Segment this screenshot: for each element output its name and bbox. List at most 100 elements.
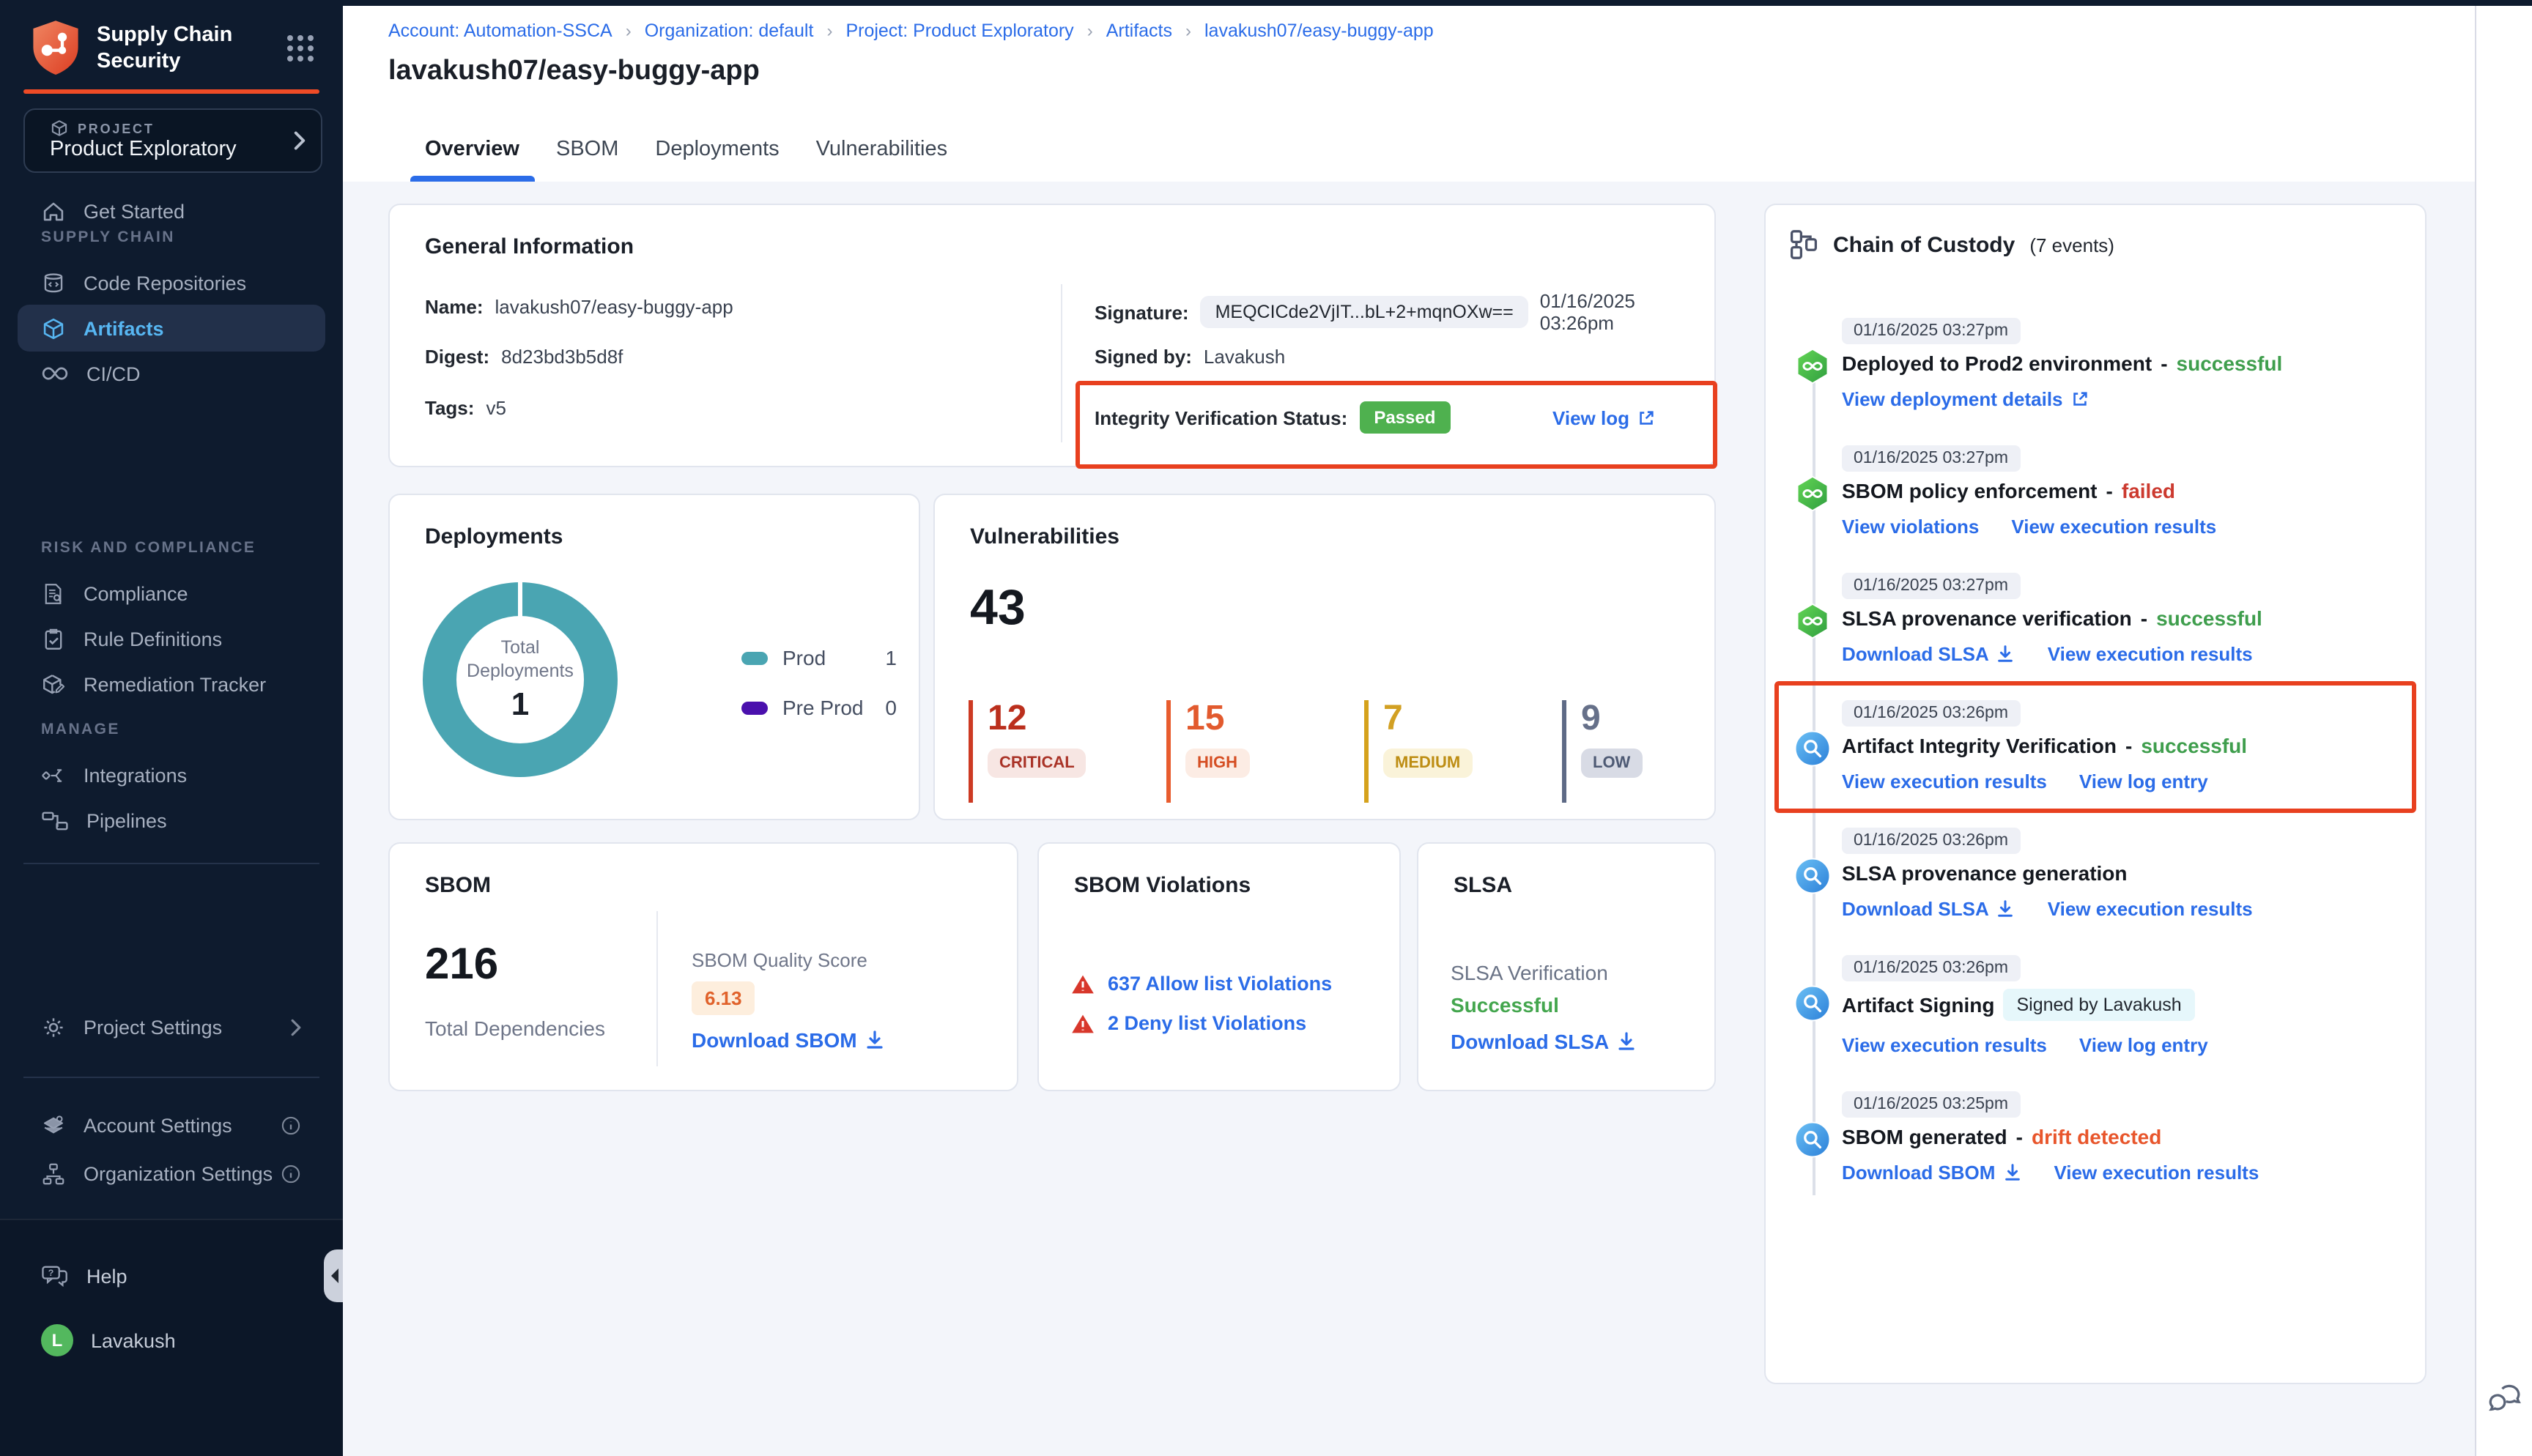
home-icon bbox=[41, 198, 66, 223]
download-sbom-link[interactable]: Download SBOM bbox=[692, 1028, 885, 1052]
view-violations-link[interactable]: View violations bbox=[1842, 516, 1979, 538]
sidebar-item-artifacts[interactable]: Artifacts bbox=[18, 305, 325, 352]
tab-deployments[interactable]: Deployments bbox=[655, 138, 779, 182]
sidebar-item-ci-cd[interactable]: CI/CD bbox=[18, 350, 325, 397]
external-icon bbox=[2070, 390, 2089, 409]
content: General Information Name: lavakush07/eas… bbox=[343, 182, 2532, 1456]
sidebar-item-organization-settings[interactable]: Organization Settings bbox=[18, 1150, 325, 1197]
signed-by-label: Signed by: bbox=[1095, 346, 1192, 368]
event-title: Artifact Integrity Verification bbox=[1842, 734, 2117, 757]
signature-value[interactable]: MEQCICde2VjIT...bL+2+mqnOXw== bbox=[1201, 296, 1528, 328]
event-timestamp: 01/16/2025 03:27pm bbox=[1842, 445, 2020, 472]
tab-overview[interactable]: Overview bbox=[425, 138, 519, 182]
chat-bubbles-icon[interactable] bbox=[2488, 1383, 2523, 1415]
severity-row: 12CRITICAL15HIGH7MEDIUM9LOW bbox=[969, 700, 1760, 803]
shield-logo-icon bbox=[29, 19, 82, 78]
sidebar-item-label: Help bbox=[86, 1265, 127, 1287]
sidebar-item-label: Project Settings bbox=[84, 1016, 222, 1038]
violation-link[interactable]: 637 Allow list Violations bbox=[1108, 973, 1332, 995]
sidebar-item-label: Artifacts bbox=[84, 317, 164, 339]
breadcrumb-link-project-product-exploratory[interactable]: Project: Product Exploratory bbox=[845, 21, 1073, 41]
event-title: Artifact Signing bbox=[1842, 993, 1994, 1017]
event-title: Deployed to Prod2 environment bbox=[1842, 352, 2152, 375]
general-information-card: General Information Name: lavakush07/eas… bbox=[388, 204, 1716, 467]
tab-vulnerabilities[interactable]: Vulnerabilities bbox=[816, 138, 947, 182]
integrity-status-badge: Passed bbox=[1359, 401, 1450, 434]
download-slsa-link[interactable]: Download SLSA bbox=[1451, 1030, 1637, 1053]
severity-high: 15HIGH bbox=[1166, 700, 1364, 803]
view-execution-results-link[interactable]: View execution results bbox=[2048, 643, 2253, 665]
nav-section-label: MANAGE bbox=[41, 721, 120, 738]
view-execution-results-link[interactable]: View execution results bbox=[2011, 516, 2216, 538]
view-execution-results-link[interactable]: View execution results bbox=[2054, 1162, 2259, 1184]
download-slsa-link[interactable]: Download SLSA bbox=[1842, 643, 2015, 665]
card-title: SBOM Violations bbox=[1074, 873, 1251, 898]
sidebar-item-label: Account Settings bbox=[84, 1114, 232, 1136]
download-sbom-link[interactable]: Download SBOM bbox=[1842, 1162, 2021, 1184]
sidebar-item-pipelines[interactable]: Pipelines bbox=[18, 797, 325, 844]
cicd-infinity-icon bbox=[41, 365, 69, 382]
info-icon[interactable] bbox=[280, 1114, 302, 1136]
sidebar-item-label: Organization Settings bbox=[84, 1162, 273, 1184]
sidebar: Supply ChainSecurity PROJECT Product Exp… bbox=[0, 0, 343, 1456]
download-slsa-link[interactable]: Download SLSA bbox=[1842, 898, 2015, 920]
project-selector[interactable]: PROJECT Product Exploratory bbox=[23, 108, 322, 173]
view-execution-results-link[interactable]: View execution results bbox=[1842, 1034, 2047, 1056]
view-log-entry-link[interactable]: View log entry bbox=[2079, 770, 2208, 792]
signed-by-badge: Signed by Lavakush bbox=[2003, 989, 2194, 1021]
timeline-event-deployed-to-prod2-environment: 01/16/2025 03:27pmDeployed to Prod2 envi… bbox=[1780, 316, 2410, 410]
signed-by-value: Lavakush bbox=[1204, 346, 1285, 368]
sidebar-item-label: CI/CD bbox=[86, 363, 141, 385]
org-tree-icon bbox=[41, 1161, 66, 1186]
event-timestamp: 01/16/2025 03:27pm bbox=[1842, 573, 2020, 599]
sidebar-item-compliance[interactable]: Compliance bbox=[18, 570, 325, 617]
sidebar-item-rule-definitions[interactable]: Rule Definitions bbox=[18, 615, 325, 662]
events-count: (7 events) bbox=[2029, 234, 2114, 256]
scan-icon bbox=[1793, 729, 1832, 768]
page-title: lavakush07/easy-buggy-app bbox=[388, 56, 760, 88]
violation-link[interactable]: 2 Deny list Violations bbox=[1108, 1012, 1306, 1034]
artifact-name: lavakush07/easy-buggy-app bbox=[495, 296, 733, 318]
pipeline-icon bbox=[1793, 602, 1832, 640]
card-title: SLSA bbox=[1454, 873, 1512, 898]
sidebar-item-get-started[interactable]: Get Started bbox=[18, 187, 325, 234]
event-status: failed bbox=[2122, 479, 2175, 502]
sidebar-item-integrations[interactable]: Integrations bbox=[18, 751, 325, 798]
view-deployment-details-link[interactable]: View deployment details bbox=[1842, 388, 2089, 410]
breadcrumb-link-lavakush07-easy-buggy-app[interactable]: lavakush07/easy-buggy-app bbox=[1204, 21, 1434, 41]
sidebar-item-remediation-tracker[interactable]: Remediation Tracker bbox=[18, 661, 325, 707]
timeline-event-slsa-provenance-generation: 01/16/2025 03:26pmSLSA provenance genera… bbox=[1780, 826, 2410, 920]
sidebar-item-help[interactable]: ? Help bbox=[18, 1252, 325, 1299]
legend-value: 0 bbox=[885, 696, 897, 719]
sidebar-item-account-settings[interactable]: Account Settings bbox=[18, 1102, 325, 1148]
breadcrumb-link-account-automation-ssca[interactable]: Account: Automation-SSCA bbox=[388, 21, 612, 41]
deployments-card: Deployments Total Deployments 1 Prod1Pre… bbox=[388, 494, 920, 820]
chat-question-icon: ? bbox=[41, 1263, 69, 1288]
card-title: General Information bbox=[425, 234, 634, 259]
severity-count: 7 bbox=[1383, 700, 1562, 738]
severity-count: 9 bbox=[1581, 700, 1760, 738]
view-execution-results-link[interactable]: View execution results bbox=[1842, 770, 2047, 792]
sidebar-bottom: ? Help L Lavakush bbox=[0, 1219, 343, 1456]
breadcrumb-link-artifacts[interactable]: Artifacts bbox=[1106, 21, 1172, 41]
app-grid-icon[interactable] bbox=[284, 32, 316, 64]
view-log-entry-link[interactable]: View log entry bbox=[2079, 1034, 2208, 1056]
breadcrumb-link-organization-default[interactable]: Organization: default bbox=[645, 21, 814, 41]
legend-swatch bbox=[741, 651, 768, 664]
event-timestamp: 01/16/2025 03:26pm bbox=[1842, 700, 2020, 727]
user-menu[interactable]: L Lavakush bbox=[18, 1317, 325, 1364]
view-execution-results-link[interactable]: View execution results bbox=[2048, 898, 2253, 920]
event-status: successful bbox=[2141, 734, 2247, 757]
timeline-event-slsa-provenance-verification: 01/16/2025 03:27pmSLSA provenance verifi… bbox=[1780, 571, 2410, 665]
tab-sbom[interactable]: SBOM bbox=[556, 138, 618, 182]
sidebar-item-code-repositories[interactable]: Code Repositories bbox=[18, 259, 325, 306]
external-link-icon bbox=[1637, 408, 1656, 427]
integrity-status-label: Integrity Verification Status: bbox=[1095, 406, 1347, 428]
event-timestamp: 01/16/2025 03:26pm bbox=[1842, 828, 2020, 854]
signature-label: Signature: bbox=[1095, 301, 1189, 323]
view-log-link[interactable]: View log bbox=[1552, 406, 1656, 428]
info-icon[interactable] bbox=[280, 1162, 302, 1184]
sidebar-collapse-handle[interactable] bbox=[324, 1249, 343, 1302]
event-status: drift detected bbox=[2032, 1125, 2161, 1148]
sidebar-item-project-settings[interactable]: Project Settings bbox=[18, 1003, 325, 1050]
